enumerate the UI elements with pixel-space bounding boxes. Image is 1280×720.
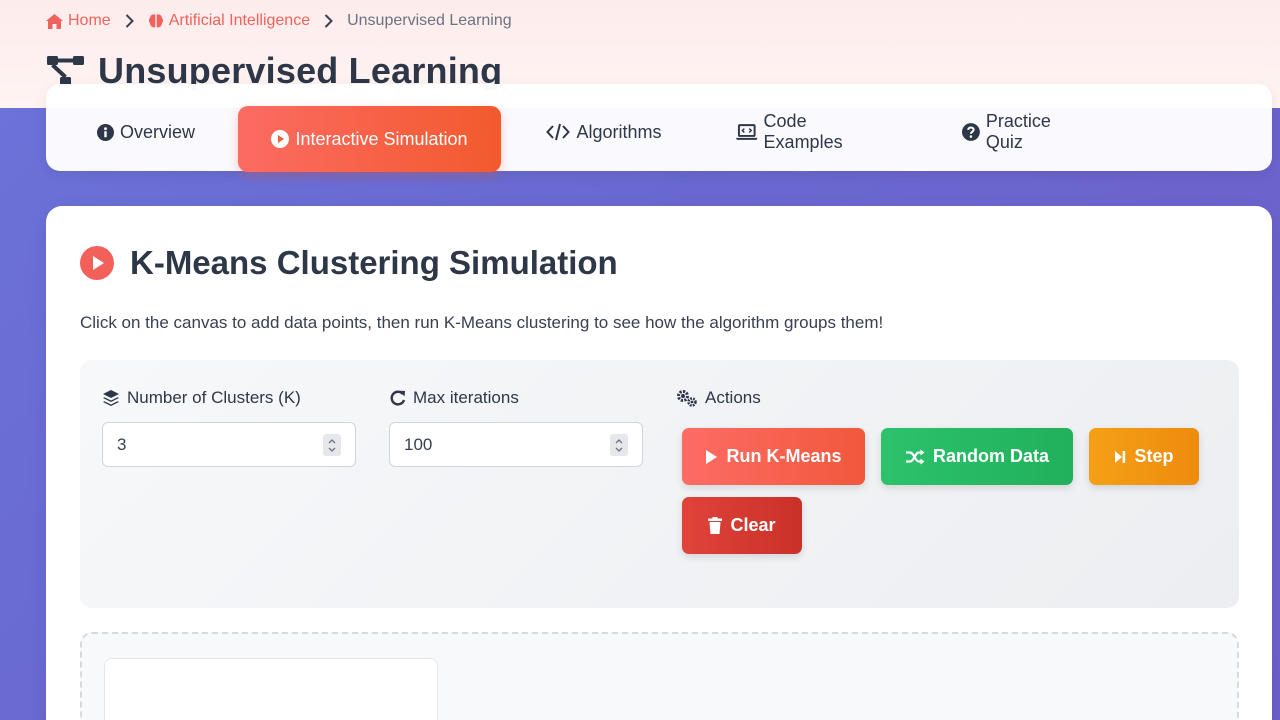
actions-label: Actions bbox=[676, 388, 761, 408]
tabs-bar: Overview Interactive Simulation Algorith… bbox=[46, 84, 1272, 172]
breadcrumb-home-label: Home bbox=[68, 12, 111, 29]
clusters-label: Number of Clusters (K) bbox=[102, 388, 301, 408]
cogs-icon bbox=[677, 390, 697, 407]
caret-up-icon bbox=[328, 438, 336, 443]
sitemap-icon bbox=[47, 56, 84, 86]
chevron-right-icon bbox=[125, 14, 134, 28]
section-title-text: K-Means Clustering Simulation bbox=[130, 244, 618, 281]
clusters-label-text: Number of Clusters (K) bbox=[127, 388, 301, 407]
brain-icon bbox=[148, 14, 163, 28]
step-button[interactable]: Step bbox=[1089, 428, 1199, 485]
step-button-label: Step bbox=[1134, 446, 1174, 466]
play-circle-icon bbox=[271, 130, 290, 148]
step-forward-icon bbox=[1115, 450, 1126, 463]
laptop-code-icon bbox=[736, 123, 758, 140]
clusters-input[interactable]: 3 bbox=[102, 422, 356, 467]
tab-algorithms[interactable]: Algorithms bbox=[544, 106, 664, 158]
play-icon bbox=[706, 449, 718, 464]
breadcrumb-category-label: Artificial Intelligence bbox=[168, 12, 311, 29]
breadcrumb-current: Unsupervised Learning bbox=[347, 12, 512, 29]
iterations-label: Max iterations bbox=[389, 388, 519, 408]
iterations-label-text: Max iterations bbox=[413, 388, 519, 407]
trash-icon bbox=[708, 517, 723, 534]
simulation-canvas-area[interactable] bbox=[80, 632, 1239, 720]
caret-down-icon bbox=[615, 447, 623, 452]
iterations-input[interactable]: 100 bbox=[389, 422, 643, 467]
caret-down-icon bbox=[328, 447, 336, 452]
chevron-right-icon bbox=[324, 14, 334, 28]
breadcrumb-category[interactable]: Artificial Intelligence bbox=[148, 12, 310, 30]
home-icon bbox=[46, 13, 63, 29]
clusters-input-value: 3 bbox=[117, 434, 127, 454]
simulation-card: K-Means Clustering Simulation Click on t… bbox=[46, 206, 1272, 720]
code-icon bbox=[546, 123, 571, 141]
random-icon bbox=[905, 449, 925, 464]
random-data-button-label: Random Data bbox=[932, 446, 1049, 466]
simulation-description: Click on the canvas to add data points, … bbox=[80, 313, 884, 332]
actions-label-text: Actions bbox=[705, 388, 761, 407]
tab-practice-quiz[interactable]: Practice Quiz bbox=[962, 106, 1092, 158]
iterations-input-value: 100 bbox=[404, 434, 433, 454]
caret-up-icon bbox=[615, 438, 623, 443]
info-circle-icon bbox=[96, 123, 114, 141]
tab-code-examples-label: Code Examples bbox=[763, 111, 843, 152]
run-kmeans-button-label: Run K-Means bbox=[726, 446, 842, 466]
tab-algorithms-label: Algorithms bbox=[576, 121, 662, 142]
random-data-button[interactable]: Random Data bbox=[881, 428, 1073, 485]
breadcrumb: Home Artificial Intelligence Unsupervise… bbox=[46, 12, 512, 30]
play-circle-icon bbox=[80, 246, 114, 280]
tab-code-examples[interactable]: Code Examples bbox=[736, 106, 888, 158]
clear-button-label: Clear bbox=[730, 515, 776, 535]
tab-interactive-simulation-label: Interactive Simulation bbox=[295, 128, 468, 149]
tab-practice-quiz-label: Practice Quiz bbox=[985, 111, 1051, 152]
tab-overview[interactable]: Overview bbox=[96, 106, 196, 158]
clear-button[interactable]: Clear bbox=[682, 497, 802, 554]
section-title: K-Means Clustering Simulation bbox=[80, 244, 618, 282]
layer-group-icon bbox=[103, 390, 119, 406]
tab-interactive-simulation[interactable]: Interactive Simulation bbox=[238, 106, 501, 172]
tab-overview-label: Overview bbox=[119, 121, 195, 142]
breadcrumb-home[interactable]: Home bbox=[46, 12, 111, 30]
run-kmeans-button[interactable]: Run K-Means bbox=[682, 428, 865, 485]
controls-panel: Number of Clusters (K) 3 Max iterations … bbox=[80, 360, 1239, 608]
question-circle-icon bbox=[962, 123, 980, 141]
iterations-spinner[interactable] bbox=[610, 434, 628, 456]
redo-icon bbox=[390, 390, 406, 406]
simulation-canvas[interactable] bbox=[104, 658, 438, 720]
clusters-spinner[interactable] bbox=[323, 434, 341, 456]
